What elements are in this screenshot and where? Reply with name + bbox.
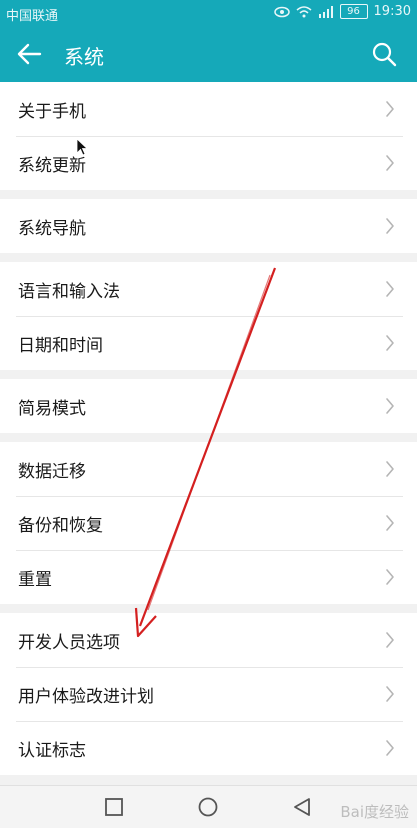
signal-icon [318,5,333,18]
chevron-right-icon [386,335,394,351]
settings-item-label: 开发人员选项 [18,632,120,653]
group-divider [0,253,417,262]
settings-item-label: 关于手机 [18,101,86,122]
settings-item-label: 语言和输入法 [18,281,120,302]
settings-item[interactable]: 重置 [0,550,417,604]
settings-group: 关于手机系统更新 [0,82,417,190]
app-bar: 系统 [0,26,417,82]
settings-group: 简易模式 [0,379,417,433]
settings-group: 数据迁移备份和恢复重置 [0,442,417,604]
chevron-right-icon [386,515,394,531]
settings-item-label: 系统导航 [18,218,86,239]
settings-item[interactable]: 日期和时间 [0,316,417,370]
chevron-right-icon [386,686,394,702]
chevron-right-icon [386,155,394,171]
settings-item-label: 备份和恢复 [18,515,103,536]
back-arrow-icon[interactable] [16,42,42,66]
eye-icon [273,6,290,17]
status-bar: 中国联通 96 19:30 [0,0,417,26]
back-triangle-icon[interactable] [292,797,312,817]
carrier-name: 中国联通 [6,9,59,24]
settings-item-label: 简易模式 [18,398,86,419]
settings-group: 语言和输入法 日期和时间 [0,262,417,370]
settings-item-label: 认证标志 [18,740,86,761]
settings-item[interactable]: 系统导航 [0,199,417,253]
chevron-right-icon [386,281,394,297]
home-circle-icon[interactable] [198,797,218,817]
clock: 19:30 [373,4,411,19]
settings-group: 系统导航 [0,199,417,253]
chevron-right-icon [386,101,394,117]
recents-square-icon[interactable] [104,797,124,817]
watermark: Bai度经验 [340,803,409,821]
group-divider [0,370,417,379]
settings-item[interactable]: 系统更新 [0,136,417,190]
settings-item[interactable]: 简易模式 [0,379,417,433]
settings-group: 开发人员选项用户体验改进计划 认证标志 [0,613,417,775]
group-divider [0,433,417,442]
settings-item[interactable]: 数据迁移 [0,442,417,496]
chevron-right-icon [386,398,394,414]
settings-item[interactable]: 认证标志 [0,721,417,775]
settings-item-label: 重置 [18,569,52,590]
chevron-right-icon [386,461,394,477]
chevron-right-icon [386,632,394,648]
group-divider [0,604,417,613]
wifi-icon [296,5,312,17]
search-icon[interactable] [371,41,397,67]
settings-item-label: 日期和时间 [18,335,103,356]
settings-item-label: 用户体验改进计划 [18,686,154,707]
settings-item[interactable]: 备份和恢复 [0,496,417,550]
chevron-right-icon [386,740,394,756]
settings-item[interactable]: 语言和输入法 [0,262,417,316]
chevron-right-icon [386,218,394,234]
page-title: 系统 [64,45,104,69]
chevron-right-icon [386,569,394,585]
mouse-cursor-icon [76,138,88,156]
group-divider [0,190,417,199]
navigation-bar: Bai度经验 [0,785,417,828]
status-icons: 96 19:30 [273,4,411,19]
settings-item[interactable]: 开发人员选项 [0,613,417,667]
battery-level: 96 [339,4,368,19]
settings-item[interactable]: 用户体验改进计划 [0,667,417,721]
settings-item[interactable]: 关于手机 [0,82,417,136]
settings-item-label: 数据迁移 [18,461,86,482]
settings-list: 关于手机系统更新系统导航语言和输入法 日期和时间简易模式数据迁移备份和恢复重置开发… [0,82,417,775]
